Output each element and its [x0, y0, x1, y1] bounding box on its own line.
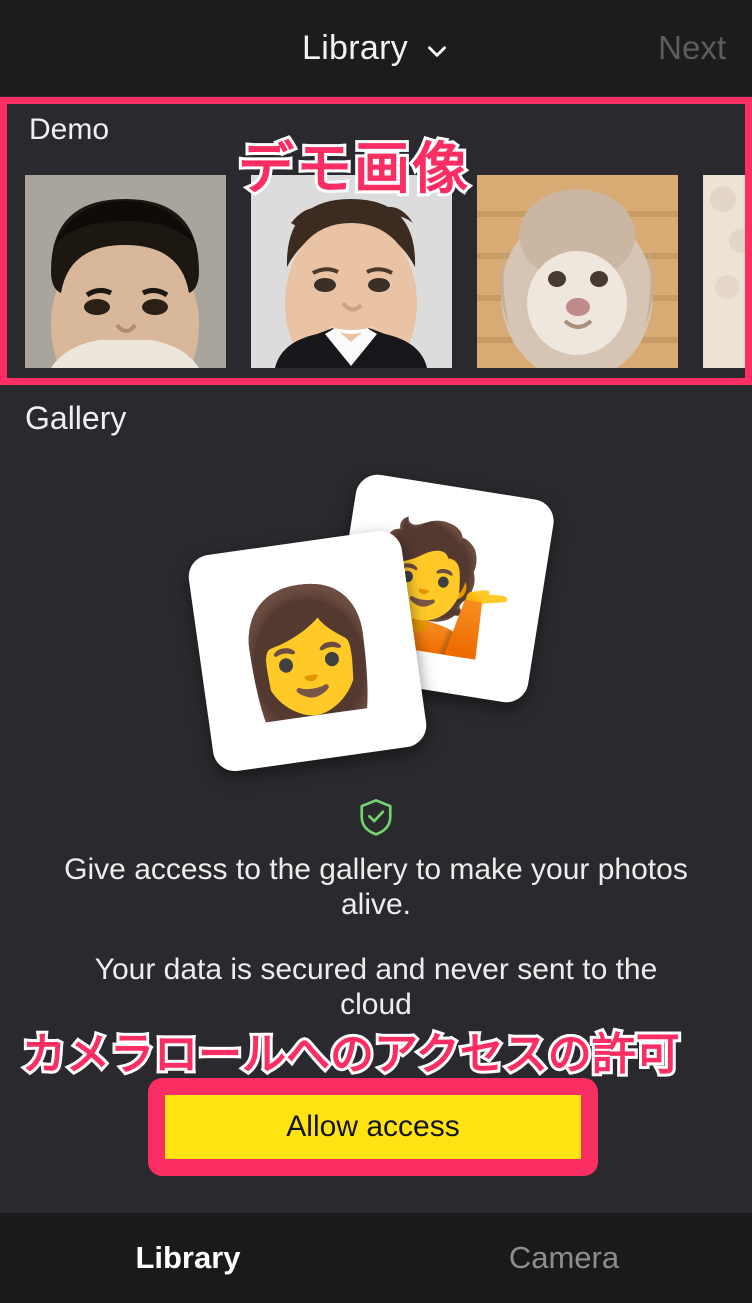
allow-access-annotation-text: カメラロールへのアクセスの許可 — [19, 1026, 683, 1083]
bottom-tab-bar: Library Camera — [0, 1213, 752, 1303]
gallery-section-label: Gallery — [25, 400, 127, 436]
source-picker[interactable]: Library — [0, 0, 752, 96]
woman-emoji: 👩 — [223, 571, 392, 730]
demo-section-label: Demo — [29, 113, 110, 146]
next-button[interactable]: Next — [658, 0, 726, 96]
demo-thumbnail-3[interactable] — [477, 175, 678, 368]
chevron-down-icon[interactable] — [424, 38, 450, 64]
tab-camera[interactable]: Camera — [376, 1213, 752, 1303]
gallery-description-primary: Give access to the gallery to make your … — [64, 853, 688, 922]
photo-card-front: 👩 — [185, 528, 430, 774]
demo-thumbnail-1[interactable] — [25, 175, 226, 368]
allow-access-annotation-box: Allow access — [148, 1078, 598, 1176]
page-title: Library — [301, 28, 409, 67]
gallery-placeholder-illustration: 💁 👩 — [185, 471, 562, 774]
header-bar: Library Next — [0, 0, 752, 96]
demo-annotation-text: デモ画像 — [235, 134, 471, 205]
tab-library[interactable]: Library — [0, 1213, 376, 1303]
app-screen: Library Next Demo デモ画像 Gallery 💁 👩 Give … — [0, 0, 752, 1303]
gallery-description-secondary: Your data is secured and never sent to t… — [94, 953, 658, 1022]
shield-check-icon — [358, 798, 394, 838]
demo-thumbnail-4[interactable] — [703, 175, 745, 368]
allow-access-button[interactable]: Allow access — [165, 1095, 581, 1159]
